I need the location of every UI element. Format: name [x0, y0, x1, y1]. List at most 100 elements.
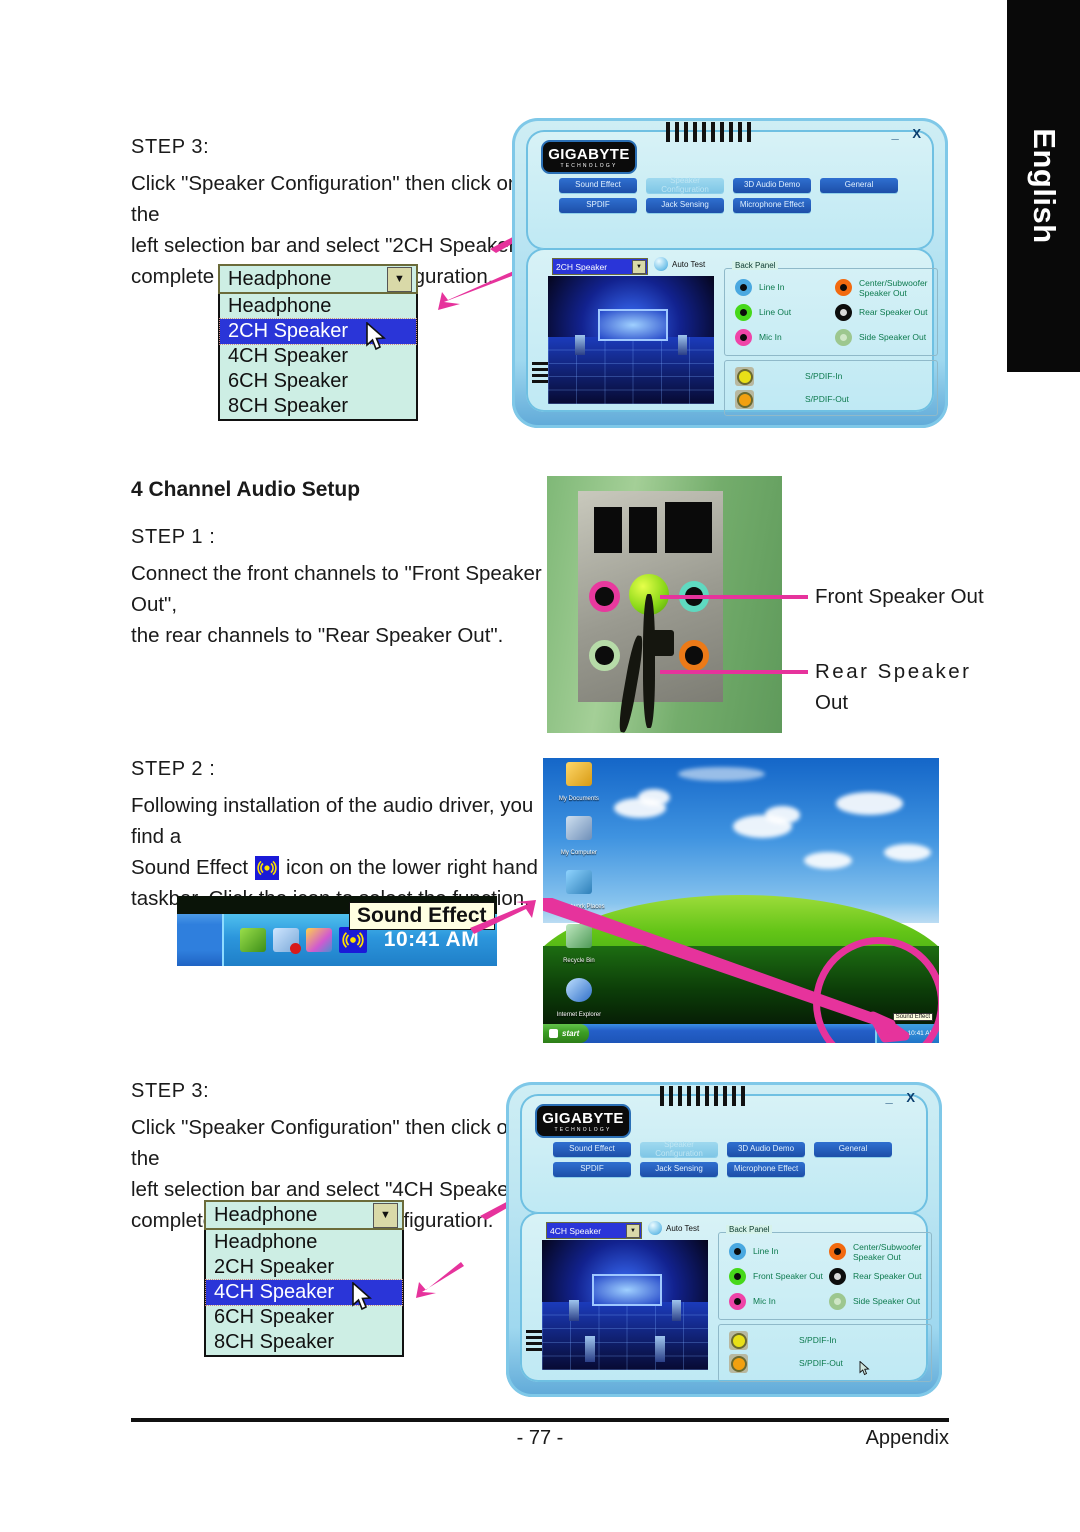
window-controls[interactable]: _ X [885, 1090, 920, 1105]
jack-front-speaker-out-icon[interactable] [729, 1268, 746, 1285]
jack-line-out-icon[interactable] [735, 304, 752, 321]
callout-front-speaker-out: Front Speaker Out [815, 585, 984, 608]
auto-test-button[interactable]: Auto Test [648, 1221, 699, 1235]
tab-3d-audio-demo[interactable]: 3D Audio Demo [727, 1142, 805, 1157]
chevron-down-icon[interactable]: ▼ [373, 1202, 398, 1228]
language-tab-label: English [1026, 128, 1062, 244]
tab-row-1[interactable]: Sound Effect Speaker Configuration 3D Au… [553, 1140, 892, 1157]
chevron-down-icon[interactable]: ▼ [632, 259, 646, 274]
dropdown-option[interactable]: 8CH Speaker [220, 394, 416, 419]
desktop-icon-my-computer[interactable]: My Computer [551, 816, 607, 859]
gigabyte-audio-window-bottom[interactable]: _ X GIGABYTE TECHNOLOGY Sound Effect Spe… [506, 1082, 942, 1397]
step1-text: Connect the front channels to "Front Spe… [131, 562, 542, 647]
jack-spdif-in-icon[interactable] [735, 367, 754, 386]
top-speaker-dropdown[interactable]: Headphone ▼ Headphone 2CH Speaker 4CH Sp… [218, 264, 418, 421]
speaker-mode-select[interactable]: 2CH Speaker ▼ [552, 258, 648, 275]
tray-icon-1[interactable] [239, 928, 266, 953]
tab-speaker-configuration[interactable]: Speaker Configuration [640, 1140, 718, 1157]
dropdown-option[interactable]: 2CH Speaker [206, 1255, 402, 1280]
back-panel-legend: Back Panel [732, 261, 779, 270]
step2-sound-effect-word: Sound Effect [131, 856, 249, 879]
jack-rear-speaker-icon[interactable] [835, 304, 852, 321]
bottom-dropdown-list[interactable]: Headphone 2CH Speaker 4CH Speaker 6CH Sp… [204, 1230, 404, 1357]
pink-arrow-from-tooltip [468, 900, 538, 941]
chevron-down-icon[interactable]: ▼ [626, 1223, 640, 1238]
pink-arrow-to-tray [543, 894, 919, 1043]
bottom-dropdown-value-box[interactable]: Headphone ▼ [204, 1200, 404, 1230]
mouse-cursor-icon [351, 1281, 373, 1317]
jack-rear-speaker-icon[interactable] [829, 1268, 846, 1285]
speaker-mode-value: 4CH Speaker [550, 1225, 602, 1236]
jack-line-in-icon[interactable] [729, 1243, 746, 1260]
mouse-cursor-icon [365, 321, 387, 357]
tab-spdif[interactable]: SPDIF [553, 1162, 631, 1177]
comb-decoration [660, 1086, 745, 1106]
tab-general[interactable]: General [820, 178, 898, 193]
desktop-icon-my-documents[interactable]: My Documents [551, 762, 607, 805]
gigabyte-logo: GIGABYTE TECHNOLOGY [541, 140, 637, 174]
top-step3-label: STEP 3: [131, 136, 210, 158]
jack-side-speaker-icon[interactable] [835, 329, 852, 346]
jack-line-in-icon[interactable] [735, 279, 752, 296]
chevron-down-icon[interactable]: ▼ [387, 266, 412, 292]
four-channel-heading: 4 Channel Audio Setup [131, 478, 361, 501]
back-panel-group: Back Panel Line In Line Out Mic In Cente… [724, 261, 938, 356]
pink-pointer-arrow-bottom [406, 1262, 466, 1307]
jack-side-speaker-icon[interactable] [829, 1293, 846, 1310]
tab-3d-audio-demo[interactable]: 3D Audio Demo [733, 178, 811, 193]
top-dropdown-list[interactable]: Headphone 2CH Speaker 4CH Speaker 6CH Sp… [218, 294, 418, 421]
jack-center-sub-label: Center/Subwoofer Speaker Out [853, 1242, 922, 1262]
room-preview-image [548, 276, 714, 404]
jack-mic-in-icon[interactable] [735, 329, 752, 346]
top-dropdown-value: Headphone [228, 267, 332, 290]
back-panel-group: Back Panel Line In Front Speaker Out Mic… [718, 1225, 932, 1320]
tray-sound-effect-icon[interactable] [338, 927, 367, 954]
tray-icon-display[interactable] [305, 928, 332, 953]
jack-side-speaker-label: Side Speaker Out [853, 1296, 921, 1306]
tab-sound-effect[interactable]: Sound Effect [553, 1142, 631, 1157]
jack-mic-in-label: Mic In [753, 1296, 776, 1306]
jack-mic-in-icon[interactable] [729, 1293, 746, 1310]
jack-spdif-in-icon[interactable] [729, 1331, 748, 1350]
callout-line-front [660, 595, 808, 599]
jack-center-sub-icon[interactable] [835, 279, 852, 296]
tab-sound-effect[interactable]: Sound Effect [559, 178, 637, 193]
dropdown-option[interactable]: Headphone [206, 1230, 402, 1255]
jack-side-speaker-label: Side Speaker Out [859, 332, 927, 342]
jack-spdif-out-icon[interactable] [735, 390, 754, 409]
speaker-mode-select[interactable]: 4CH Speaker ▼ [546, 1222, 642, 1239]
callout-rear-speaker-out: Rear Speaker Out [815, 660, 972, 714]
jack-rear-speaker-label: Rear Speaker Out [853, 1271, 922, 1281]
tab-jack-sensing[interactable]: Jack Sensing [646, 198, 724, 213]
dropdown-option[interactable]: Headphone [220, 294, 416, 319]
callout-line-rear [660, 670, 808, 674]
tab-speaker-configuration[interactable]: Speaker Configuration [646, 176, 724, 193]
auto-test-label: Auto Test [672, 259, 706, 269]
jack-spdif-in-label: S/PDIF-In [805, 371, 843, 381]
jack-center-sub-icon[interactable] [829, 1243, 846, 1260]
dropdown-option[interactable]: 8CH Speaker [206, 1330, 402, 1355]
tab-general[interactable]: General [814, 1142, 892, 1157]
auto-test-button[interactable]: Auto Test [654, 257, 705, 271]
tab-microphone-effect[interactable]: Microphone Effect [733, 198, 811, 213]
tab-jack-sensing[interactable]: Jack Sensing [640, 1162, 718, 1177]
tab-row-2[interactable]: SPDIF Jack Sensing Microphone Effect [553, 1162, 805, 1177]
step2-label: STEP 2 : [131, 758, 216, 780]
dropdown-option[interactable]: 6CH Speaker [220, 369, 416, 394]
top-dropdown-value-box[interactable]: Headphone ▼ [218, 264, 418, 294]
tab-spdif[interactable]: SPDIF [559, 198, 637, 213]
jack-spdif-in-label: S/PDIF-In [799, 1335, 837, 1345]
step2-rest-text: icon on the lower right hand [286, 856, 538, 879]
spdif-group: S/PDIF-In S/PDIF-Out [724, 360, 938, 416]
tray-icon-network-error[interactable] [272, 928, 301, 955]
gigabyte-audio-window-top[interactable]: _ X GIGABYTE TECHNOLOGY Sound Effect Spe… [512, 118, 948, 428]
rear-io-panel-photo [547, 476, 782, 733]
footer-rule [131, 1418, 949, 1422]
tab-microphone-effect[interactable]: Microphone Effect [727, 1162, 805, 1177]
jack-spdif-out-icon[interactable] [729, 1354, 748, 1373]
tab-row-2[interactable]: SPDIF Jack Sensing Microphone Effect [559, 198, 811, 213]
step1-label: STEP 1 : [131, 526, 216, 548]
window-controls[interactable]: _ X [891, 126, 926, 141]
bottom-speaker-dropdown[interactable]: Headphone ▼ Headphone 2CH Speaker 4CH Sp… [204, 1200, 404, 1357]
tab-row-1[interactable]: Sound Effect Speaker Configuration 3D Au… [559, 176, 898, 193]
